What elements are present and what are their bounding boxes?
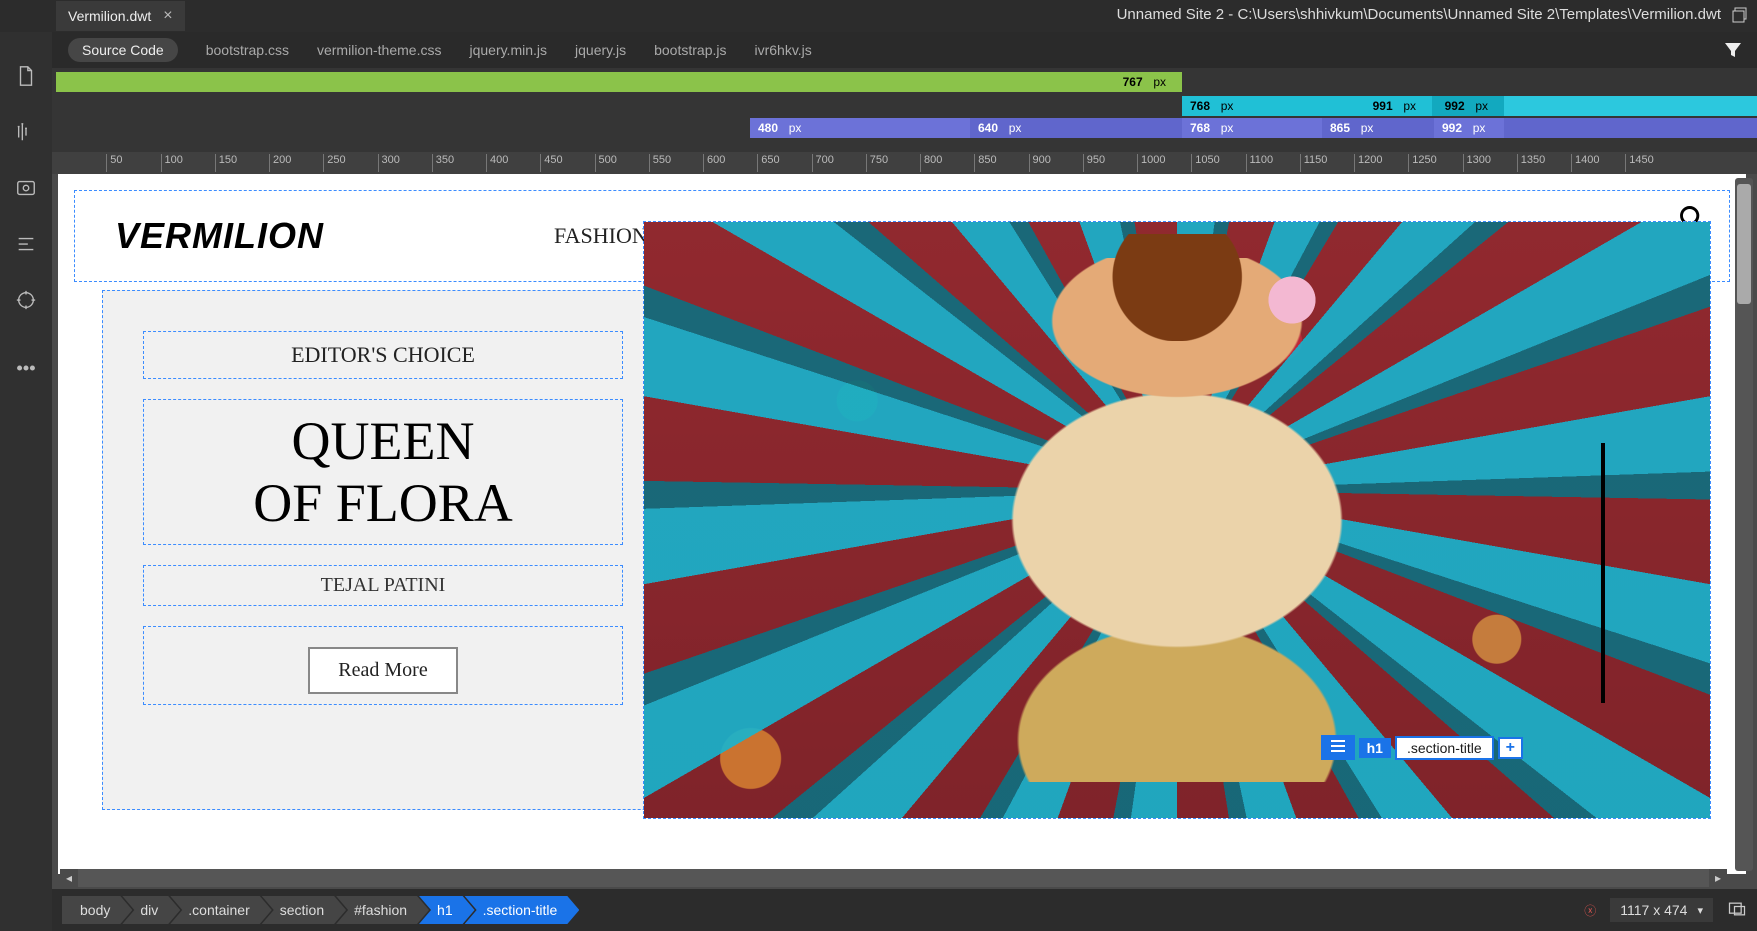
ruler-tick: 950 (1083, 154, 1105, 172)
text-cursor (1601, 443, 1605, 703)
realtime-preview-icon[interactable] (1727, 899, 1747, 922)
ruler-tick: 1100 (1246, 154, 1274, 172)
ruler-tick: 200 (269, 154, 291, 172)
ruler-tick: 150 (215, 154, 237, 172)
feature-kicker[interactable]: EDITOR'S CHOICE (143, 331, 623, 379)
related-file[interactable]: jquery.js (575, 42, 626, 58)
ruler-tick: 1300 (1463, 154, 1491, 172)
ruler-tick: 650 (757, 154, 779, 172)
related-file[interactable]: vermilion-theme.css (317, 42, 441, 58)
breakpoint-range[interactable]: 992 px (1432, 96, 1504, 116)
breakpoint-min[interactable]: 640 px (970, 118, 1182, 138)
ruler-tick: 450 (540, 154, 562, 172)
related-files-bar: Source Code bootstrap.css vermilion-them… (52, 32, 1757, 68)
ruler-tick: 100 (161, 154, 183, 172)
ruler-tick: 250 (323, 154, 345, 172)
hud-menu-icon[interactable] (1321, 735, 1355, 760)
file-tab[interactable]: Vermilion.dwt × (56, 1, 185, 31)
ruler-tick: 700 (812, 154, 834, 172)
more-icon[interactable] (12, 354, 40, 382)
ruler-tick: 350 (432, 154, 454, 172)
restore-window-icon[interactable] (1731, 6, 1749, 24)
feature-image-art (644, 222, 1710, 818)
breakpoint-min[interactable] (1504, 118, 1757, 138)
ruler-tick: 850 (974, 154, 996, 172)
nav-link-fashion[interactable]: FASHION (554, 223, 648, 249)
live-view-icon[interactable] (12, 174, 40, 202)
ruler-tick: 1200 (1354, 154, 1382, 172)
ruler-tick: 900 (1029, 154, 1051, 172)
hud-class[interactable]: .section-title (1395, 736, 1494, 760)
viewport-size: 1117 x 474 (1620, 902, 1687, 918)
breakpoint-range[interactable]: 768 px991 px (1182, 96, 1432, 116)
filter-icon[interactable] (1723, 40, 1743, 63)
status-right: ⓧ 1117 x 474 ▾ (1584, 898, 1747, 922)
scrollbar-thumb[interactable] (1737, 184, 1751, 304)
ruler-tick: 400 (486, 154, 508, 172)
ruler-tick: 1150 (1300, 154, 1328, 172)
ruler-tick: 1450 (1625, 154, 1653, 172)
crumb-container[interactable]: .container (170, 896, 271, 924)
viewport-size-selector[interactable]: 1117 x 474 ▾ (1610, 898, 1713, 922)
breakpoint-min[interactable]: 480 px (750, 118, 970, 138)
page-body[interactable]: VERMILION FASHION TRAVEL ART FOOD CONTAC… (58, 174, 1746, 874)
hud-tag[interactable]: h1 (1359, 738, 1391, 758)
feature-section[interactable]: EDITOR'S CHOICE QUEEN OF FLORA TEJAL PAT… (102, 290, 1702, 810)
crumb-section[interactable]: section (262, 896, 346, 924)
ruler-tick: 1350 (1517, 154, 1545, 172)
file-tab-name: Vermilion.dwt (68, 8, 151, 24)
ruler-tick: 1250 (1408, 154, 1436, 172)
breakpoint-min[interactable]: 865 px (1322, 118, 1434, 138)
feature-title[interactable]: QUEEN OF FLORA (143, 399, 623, 545)
feature-image[interactable] (643, 221, 1711, 819)
ruler-tick: 500 (595, 154, 617, 172)
site-logo[interactable]: VERMILION (115, 215, 324, 257)
window-title: Unnamed Site 2 - C:\Users\shhivkum\Docum… (1117, 6, 1721, 23)
element-selection-hud: h1 .section-title + (1321, 735, 1523, 760)
vertical-scrollbar[interactable] (1735, 178, 1753, 871)
scroll-right-icon[interactable]: ▸ (1709, 869, 1727, 887)
crumb-fashion[interactable]: #fashion (336, 896, 429, 924)
ruler-tick: 50 (106, 154, 122, 172)
crumb-body[interactable]: body (62, 896, 132, 924)
crumb-section-title[interactable]: .section-title (465, 896, 580, 924)
breakpoint-max[interactable]: 767 px (56, 72, 1182, 92)
tag-selector-bar: body div .container section #fashion h1 … (52, 889, 1757, 931)
manage-sources-icon[interactable] (12, 118, 40, 146)
ruler-tick: 750 (866, 154, 888, 172)
ruler-tick: 800 (920, 154, 942, 172)
close-icon[interactable]: × (163, 7, 172, 25)
read-more-button[interactable]: Read More (308, 647, 457, 694)
left-toolbar (0, 32, 52, 931)
horizontal-scrollbar[interactable]: ◂ ▸ (60, 869, 1727, 887)
source-code-button[interactable]: Source Code (68, 38, 178, 62)
ruler-tick: 600 (703, 154, 725, 172)
media-query-bar: 767 px 768 px991 px 992 px 480 px 640 px… (52, 68, 1757, 152)
scroll-left-icon[interactable]: ◂ (60, 869, 78, 887)
breakpoint-min[interactable]: 768 px (1182, 118, 1322, 138)
ruler-tick: 1050 (1191, 154, 1219, 172)
error-icon[interactable]: ⓧ (1584, 902, 1596, 919)
related-file[interactable]: bootstrap.js (654, 42, 726, 58)
related-file[interactable]: bootstrap.css (206, 42, 289, 58)
format-icon[interactable] (12, 230, 40, 258)
related-file[interactable]: ivr6hkv.js (754, 42, 811, 58)
ruler: 50 100 150 200 250 300 350 400 450 500 550 600 650 70… (52, 152, 1757, 174)
breakpoint-min[interactable]: 992 px (1434, 118, 1504, 138)
breakpoint-range[interactable] (1504, 96, 1757, 116)
feature-text-col: EDITOR'S CHOICE QUEEN OF FLORA TEJAL PAT… (103, 291, 663, 809)
ruler-tick: 1000 (1137, 154, 1165, 172)
design-canvas[interactable]: VERMILION FASHION TRAVEL ART FOOD CONTAC… (52, 174, 1757, 889)
design-canvas-wrap: VERMILION FASHION TRAVEL ART FOOD CONTAC… (52, 174, 1757, 889)
chevron-down-icon: ▾ (1697, 904, 1703, 917)
target-icon[interactable] (12, 286, 40, 314)
related-file[interactable]: jquery.min.js (469, 42, 547, 58)
ruler-tick: 550 (649, 154, 671, 172)
feature-author[interactable]: TEJAL PATINI (143, 565, 623, 606)
feature-cta-wrap: Read More (143, 626, 623, 705)
hud-add-button[interactable]: + (1498, 737, 1523, 759)
new-file-icon[interactable] (12, 62, 40, 90)
ruler-tick: 300 (378, 154, 400, 172)
ruler-tick: 1400 (1571, 154, 1599, 172)
